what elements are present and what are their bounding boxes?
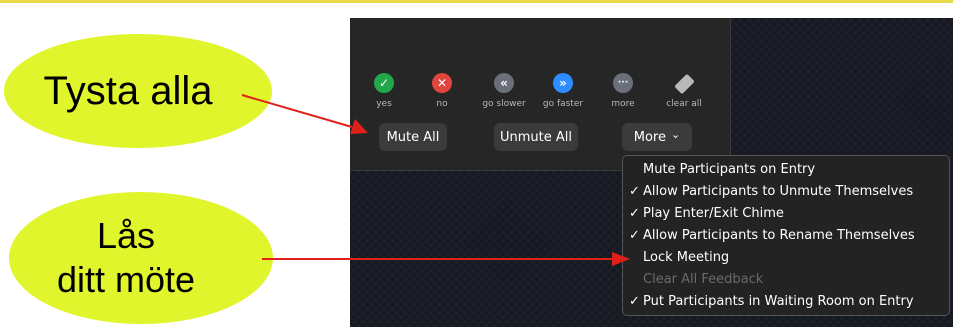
- arrow-to-mute-all: [241, 94, 353, 128]
- arrowhead-lock: [612, 252, 630, 266]
- callout-arrows: [241, 94, 630, 266]
- arrowhead-mute: [350, 119, 368, 134]
